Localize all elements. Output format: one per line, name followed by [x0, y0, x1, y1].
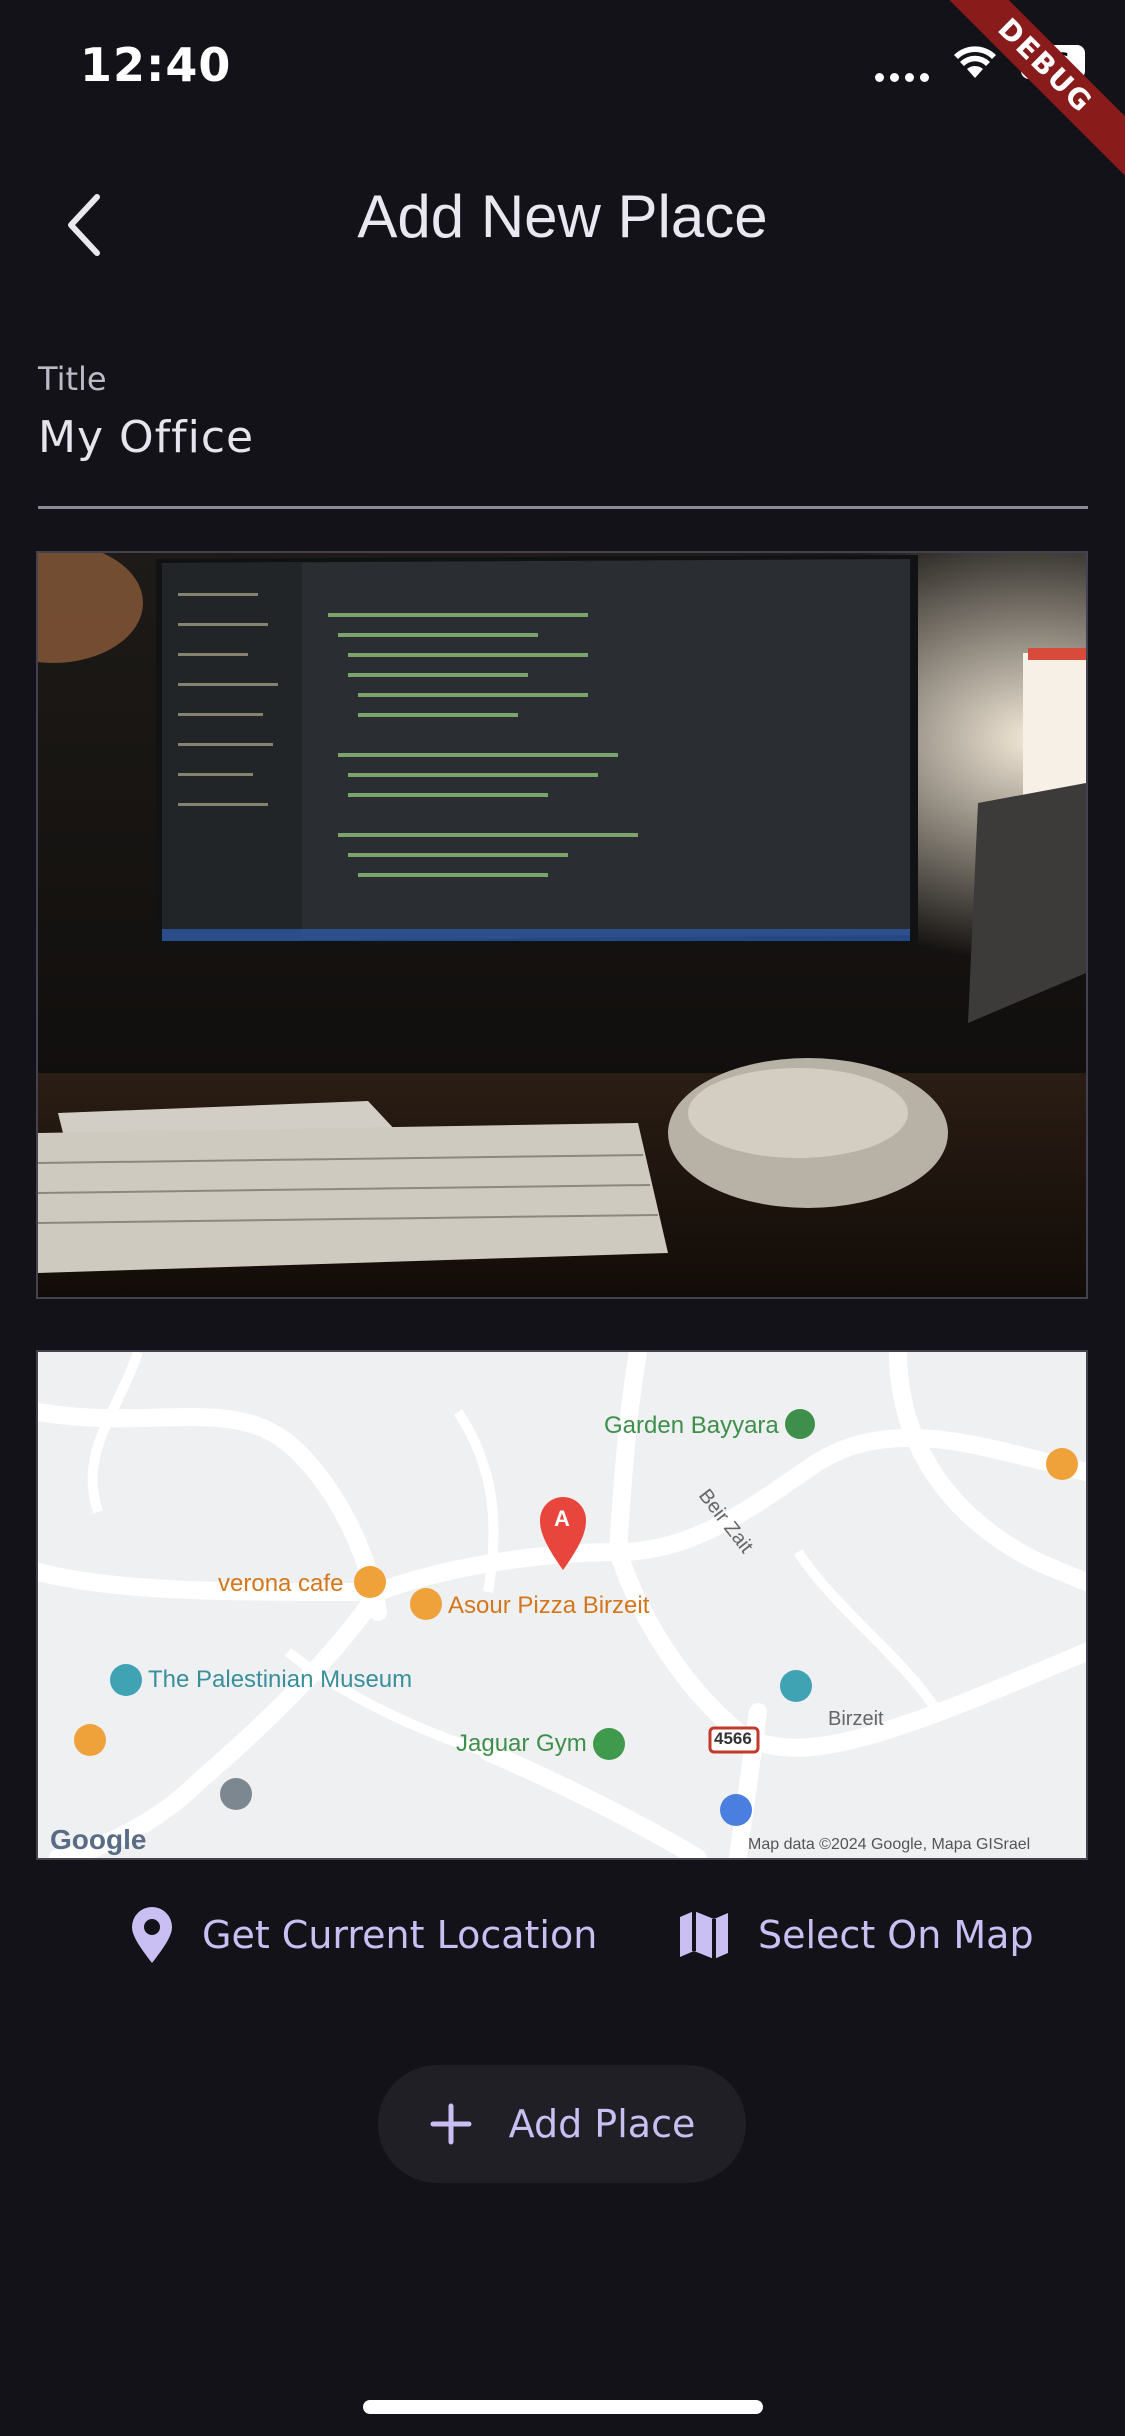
title-field[interactable]: Title My Office [38, 360, 1088, 509]
wifi-icon [954, 46, 996, 78]
status-bar: 12:40 96 [0, 0, 1125, 140]
get-current-location-button[interactable]: Get Current Location [128, 1895, 597, 1975]
add-place-label: Add Place [508, 2102, 696, 2146]
plus-icon [430, 2103, 472, 2145]
app-bar: Add New Place [0, 160, 1125, 280]
map-label-museum: The Palestinian Museum [148, 1666, 413, 1693]
cellular-signal-icon [875, 42, 929, 82]
photo-preview[interactable] [36, 551, 1088, 1299]
map-marker-label: A [554, 1506, 570, 1531]
title-input[interactable]: My Office [38, 412, 254, 463]
map-label-road-birzeit: Birzeit [828, 1708, 884, 1730]
add-place-button[interactable]: Add Place [378, 2065, 746, 2183]
google-logo: Google [50, 1824, 147, 1855]
map-label-asour: Asour Pizza Birzeit [448, 1592, 650, 1619]
title-label: Title [38, 360, 107, 398]
location-pin-icon [132, 1907, 172, 1963]
select-on-map-button[interactable]: Select On Map [676, 1895, 1034, 1975]
status-time: 12:40 [80, 38, 232, 92]
map-preview[interactable]: Garden Bayyara verona cafe Asour Pizza B… [36, 1350, 1088, 1860]
get-current-location-label: Get Current Location [202, 1913, 598, 1957]
map-route-number: 4566 [714, 1729, 752, 1748]
home-indicator [363, 2400, 763, 2414]
map-data-attribution: Map data ©2024 Google, Mapa GISrael [748, 1836, 1031, 1853]
location-actions: Get Current Location Select On Map [0, 1895, 1125, 1975]
page-title: Add New Place [357, 183, 768, 250]
map-label-garden: Garden Bayyara [604, 1412, 779, 1439]
office-photo [38, 553, 1086, 1297]
select-on-map-label: Select On Map [758, 1913, 1034, 1957]
map-label-gym: Jaguar Gym [456, 1730, 587, 1757]
map-label-verona: verona cafe [218, 1570, 344, 1597]
map-icon [680, 1911, 728, 1959]
